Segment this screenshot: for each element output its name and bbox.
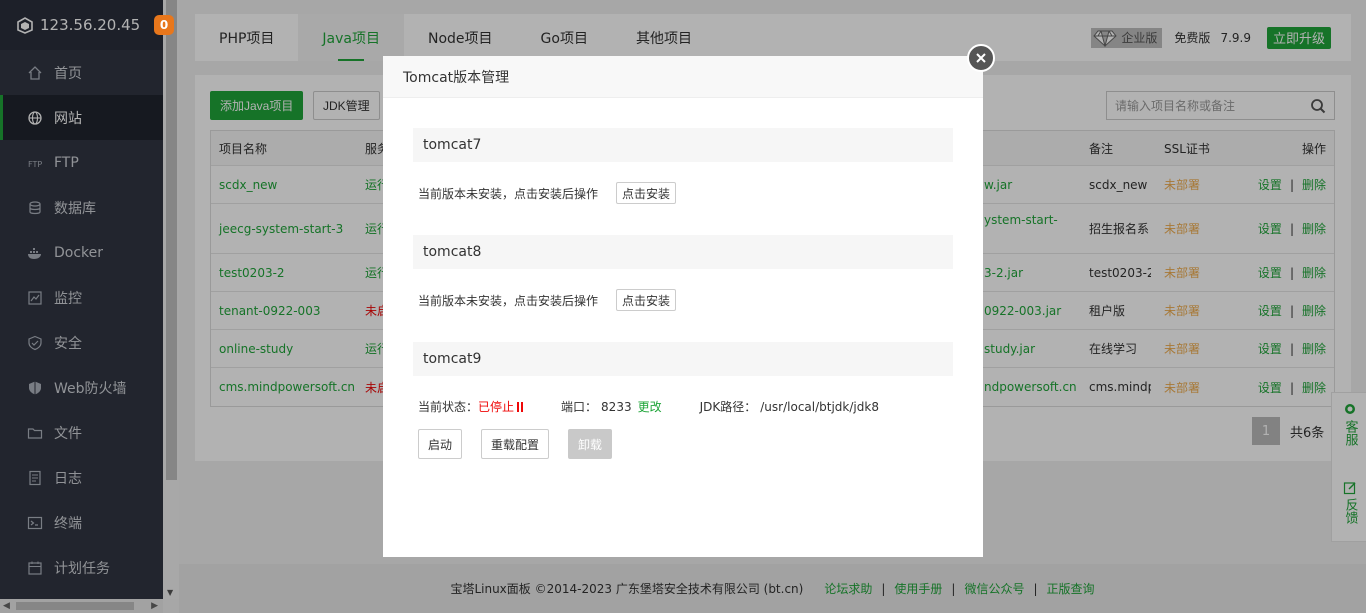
install-tomcat8-button[interactable]: 点击安装 xyxy=(616,289,677,311)
start-button[interactable]: 启动 xyxy=(418,429,463,459)
tomcat7-section: tomcat7 当前版本未安装，点击安装后操作 点击安装 xyxy=(413,128,953,204)
close-icon xyxy=(976,53,986,63)
dialog-title: Tomcat版本管理 xyxy=(383,56,983,98)
not-installed-message: 当前版本未安装，点击安装后操作 xyxy=(418,186,599,201)
tomcat7-title: tomcat7 xyxy=(413,128,953,162)
port-label: 端口： xyxy=(561,400,598,414)
jdk-path-label: JDK路径： xyxy=(699,400,757,414)
tomcat-version-dialog: Tomcat版本管理 tomcat7 当前版本未安装，点击安装后操作 点击安装 … xyxy=(383,44,995,557)
tomcat9-actions: 启动 重载配置 卸载 xyxy=(413,429,953,459)
jdk-path-value: /usr/local/btjdk/jdk8 xyxy=(760,399,879,414)
change-port-link[interactable]: 更改 xyxy=(638,398,662,415)
tomcat8-info: 当前版本未安装，点击安装后操作 点击安装 xyxy=(413,289,953,311)
tomcat7-info: 当前版本未安装，点击安装后操作 点击安装 xyxy=(413,182,953,204)
close-button[interactable] xyxy=(967,44,995,72)
uninstall-button[interactable]: 卸载 xyxy=(568,429,613,459)
tomcat9-info: 当前状态： 已停止 端口： 8233 更改 JDK路径： /usr/local/… xyxy=(413,398,953,415)
tomcat8-title: tomcat8 xyxy=(413,235,953,269)
tomcat8-section: tomcat8 当前版本未安装，点击安装后操作 点击安装 xyxy=(413,235,953,311)
tomcat9-section: tomcat9 当前状态： 已停止 端口： 8233 更改 JDK路径： /us… xyxy=(413,342,953,459)
install-tomcat7-button[interactable]: 点击安装 xyxy=(616,182,677,204)
notification-badge[interactable]: 0 xyxy=(154,15,174,35)
reload-config-button[interactable]: 重载配置 xyxy=(481,429,550,459)
status-value: 已停止 xyxy=(478,400,515,414)
status-label: 当前状态： xyxy=(418,400,479,414)
stopped-icon xyxy=(517,401,525,412)
not-installed-message: 当前版本未安装，点击安装后操作 xyxy=(418,293,599,308)
tomcat9-title: tomcat9 xyxy=(413,342,953,376)
port-value: 8233 xyxy=(601,399,632,414)
